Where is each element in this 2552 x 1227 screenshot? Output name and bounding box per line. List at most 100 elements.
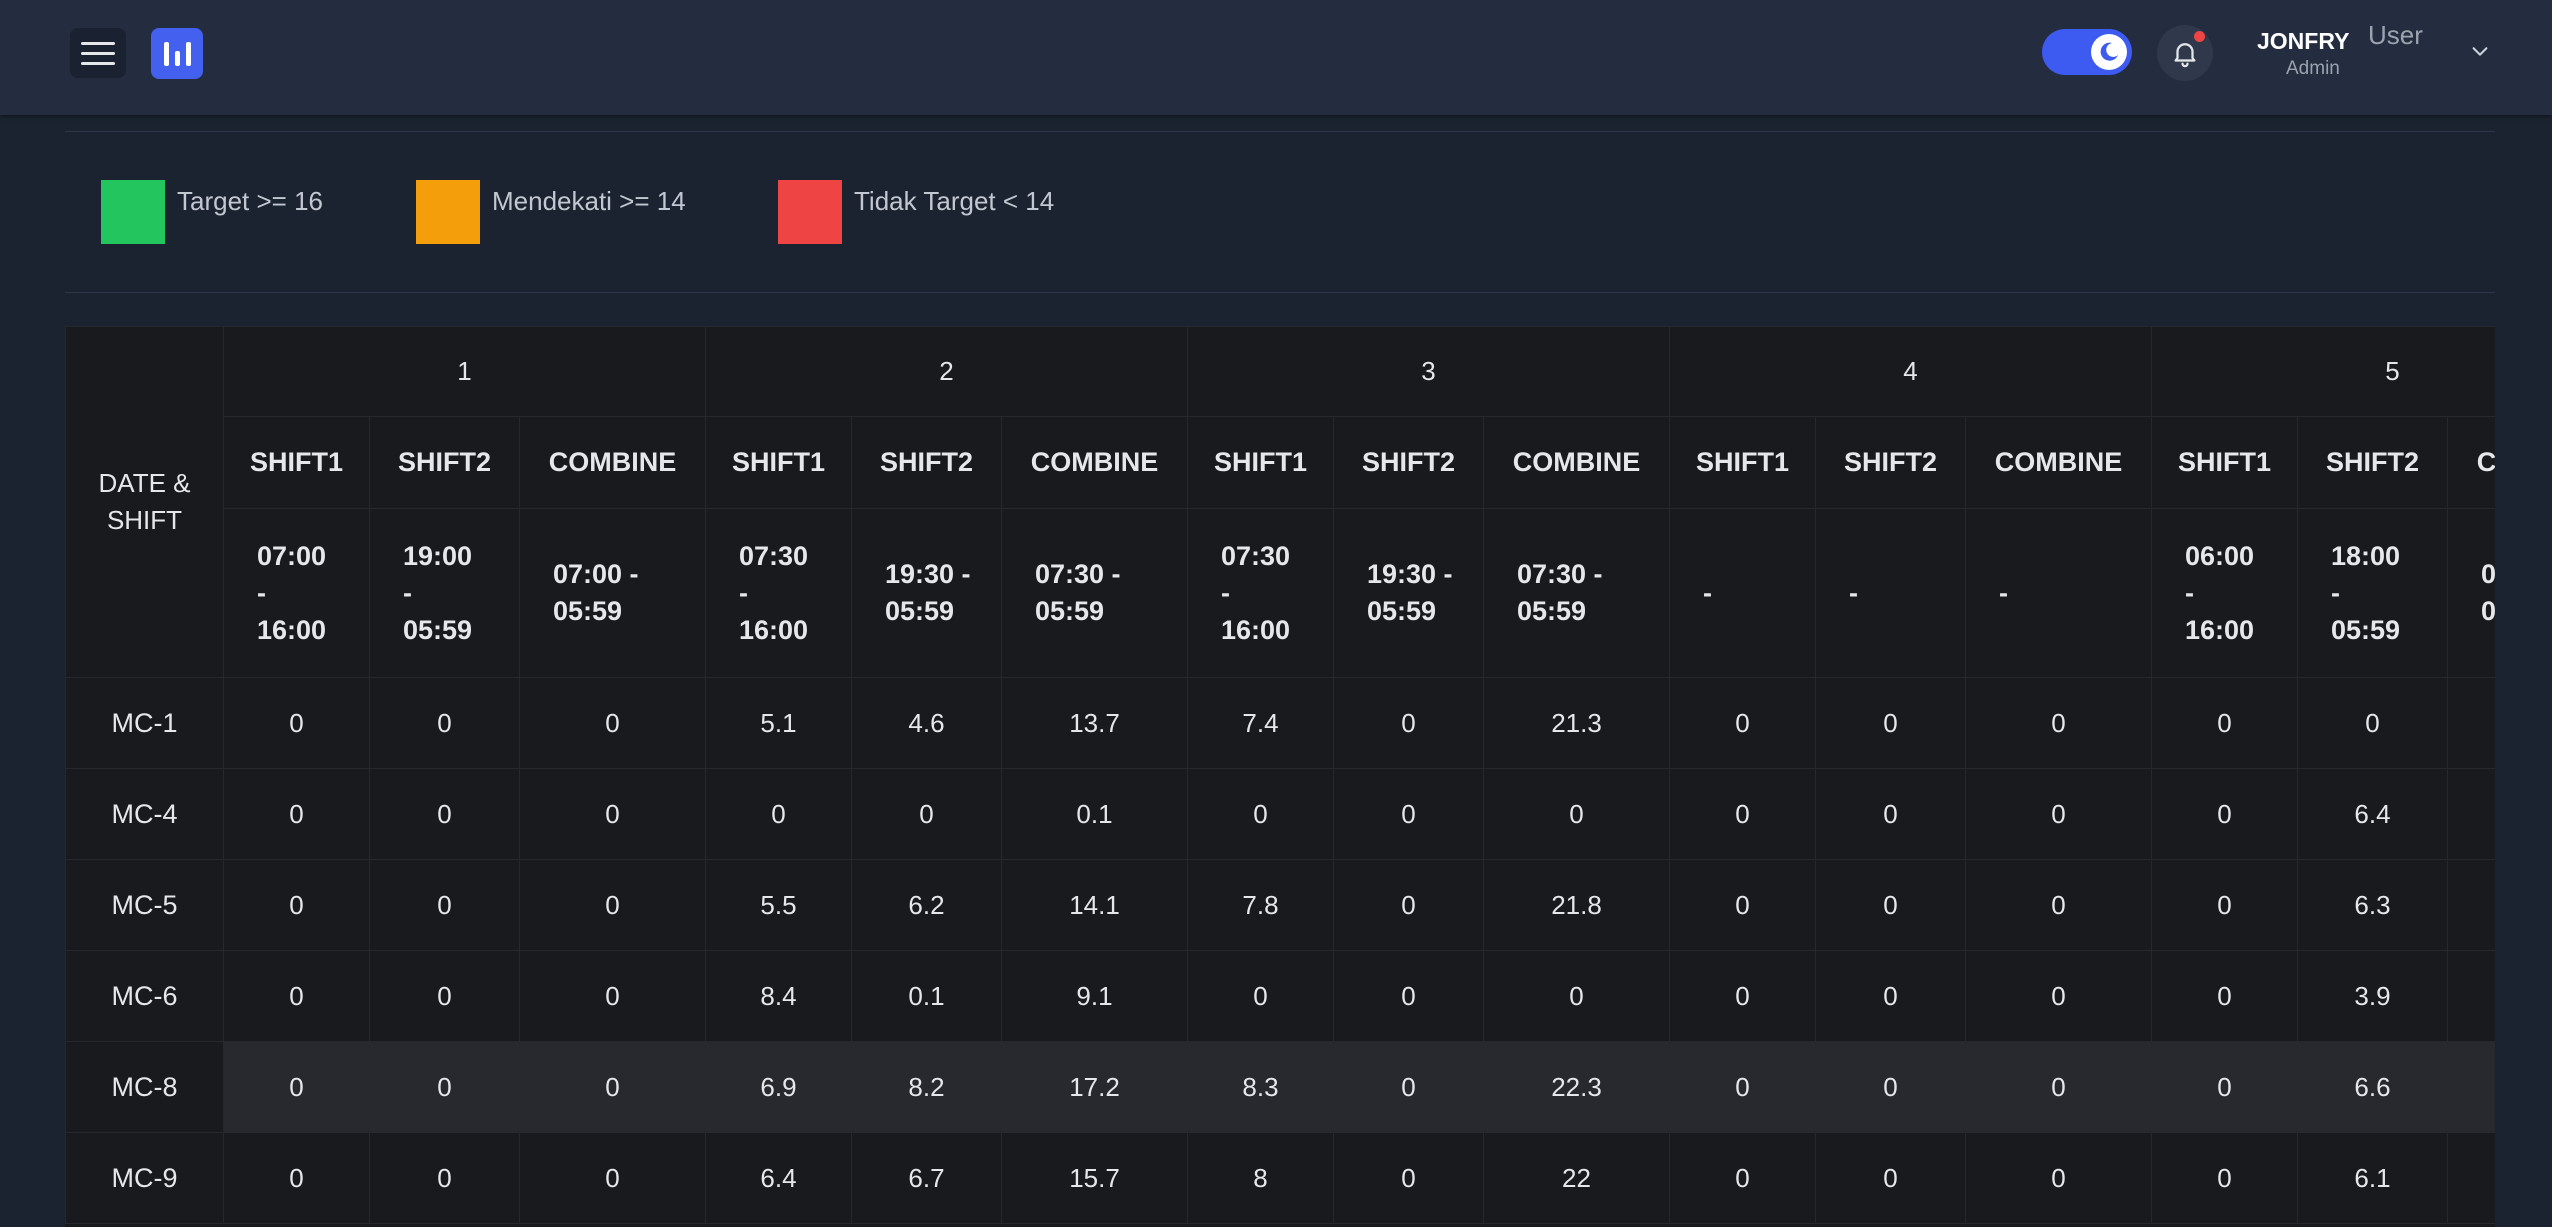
legend-item-near: Mendekati >= 14	[416, 180, 686, 244]
shift-time-header: 07:30 -05:59	[1001, 508, 1188, 678]
shift-time-header: 19:30 -05:59	[1333, 508, 1484, 678]
table-cell: 8.3	[1187, 1041, 1334, 1133]
table-cell: 0	[1965, 1041, 2152, 1133]
table-row[interactable]: MC-6 0 0 0 8.4 0.1 9.1 0 0 0 0 0 0 0 3.9	[65, 950, 2495, 1042]
table-cell: 0	[1815, 677, 1966, 769]
shift-header: SHIFT2	[851, 416, 1002, 509]
day-header: 4	[1669, 326, 2152, 417]
machine-label: MC-8	[65, 1041, 224, 1133]
notification-button[interactable]	[2157, 25, 2213, 81]
shift-time-header: 19:30 -05:59	[851, 508, 1002, 678]
production-table-scroll[interactable]: DATE & SHIFT 12345 SHIFT1 SHIFT2 COMBINE SH…	[65, 326, 2495, 1227]
table-row[interactable]: MC-5 0 0 0 5.5 6.2 14.1 7.8 0 21.8 0 0 0 0 6.3	[65, 859, 2495, 951]
table-cell	[2447, 859, 2495, 951]
divider	[65, 292, 2495, 293]
shift-header: COMBINE	[1965, 416, 2152, 509]
table-row[interactable]: MC-8 0 0 0 6.9 8.2 17.2 8.3 0 22.3 0 0 0 0 6.6	[65, 1041, 2495, 1133]
shift-header: SHIFT2	[1333, 416, 1484, 509]
legend-label: Mendekati >= 14	[492, 186, 686, 216]
table-cell: 5.5	[705, 859, 852, 951]
table-cell: 0	[1669, 1132, 1816, 1224]
notification-badge	[2194, 31, 2205, 42]
table-row[interactable]: MC-4 0 0 0 0 0 0.1 0 0 0 0 0 0 0 6.4	[65, 768, 2495, 860]
table-cell: 0	[1965, 677, 2152, 769]
table-cell: 0	[1333, 950, 1484, 1042]
table-cell: 13.7	[1001, 677, 1188, 769]
table-cell: 0	[1333, 677, 1484, 769]
shift-header: COMBINE	[519, 416, 706, 509]
shift-time-header: 07:00 -05:59	[519, 508, 706, 678]
table-cell: 0	[1483, 950, 1670, 1042]
legend-swatch	[416, 180, 480, 244]
table-cell: 0	[369, 677, 520, 769]
table-cell: 0	[1669, 859, 1816, 951]
shift-header: SHIFT2	[1815, 416, 1966, 509]
table-cell	[2447, 1132, 2495, 1224]
table-cell: 0	[223, 950, 370, 1042]
user-label[interactable]: User	[2368, 20, 2423, 51]
table-cell: 6.1	[2297, 1132, 2448, 1224]
machine-label: MC-6	[65, 950, 224, 1042]
day-header: 3	[1187, 326, 1670, 417]
table-cell	[2447, 768, 2495, 860]
shift-time-header: -	[1815, 508, 1966, 678]
table-cell: 6.6	[2297, 1041, 2448, 1133]
shift-header: SHIFT1	[1669, 416, 1816, 509]
dark-mode-toggle[interactable]	[2042, 29, 2132, 75]
table-cell: 0	[2151, 1041, 2298, 1133]
day-header: 1	[223, 326, 706, 417]
table-cell: 0	[705, 768, 852, 860]
shift-time-header: 19:00-05:59	[369, 508, 520, 678]
chevron-down-icon[interactable]	[2469, 40, 2491, 62]
table-cell: 0	[1669, 1041, 1816, 1133]
shift-time-header: 06:00-16:00	[2151, 508, 2298, 678]
table-cell: 0	[2151, 677, 2298, 769]
table-cell: 0	[2151, 768, 2298, 860]
table-cell: 0	[1483, 768, 1670, 860]
shift-header: SHIFT2	[369, 416, 520, 509]
table-cell: 14.1	[1001, 859, 1188, 951]
table-cell: 0	[1333, 1041, 1484, 1133]
shift-time-header: 06:00 -05:59	[2447, 508, 2495, 678]
day-header: 5	[2151, 326, 2495, 417]
legend-label: Tidak Target < 14	[854, 186, 1055, 216]
table-cell: 6.3	[2297, 859, 2448, 951]
table-row[interactable]: MC-1 0 0 0 5.1 4.6 13.7 7.4 0 21.3 0 0 0 0 0	[65, 677, 2495, 769]
table-cell: 0	[223, 1132, 370, 1224]
table-cell: 0	[1333, 859, 1484, 951]
table-cell: 0.1	[851, 950, 1002, 1042]
table-cell: 0	[519, 1041, 706, 1133]
table-cell: 6.4	[705, 1132, 852, 1224]
legend-swatch	[778, 180, 842, 244]
table-cell: 0	[1965, 950, 2152, 1042]
shift-time-header: 07:30 -05:59	[1483, 508, 1670, 678]
machine-label: MC-1	[65, 677, 224, 769]
table-cell: 0	[519, 950, 706, 1042]
table-cell: 9.1	[1001, 950, 1188, 1042]
table-cell: 15.7	[1001, 1132, 1188, 1224]
user-role: Admin	[2286, 58, 2340, 79]
table-cell: 6.9	[705, 1041, 852, 1133]
day-header: 2	[705, 326, 1188, 417]
table-cell: 0	[851, 768, 1002, 860]
table-cell: 22.3	[1483, 1041, 1670, 1133]
table-cell: 0	[2151, 1132, 2298, 1224]
table-cell: 6.2	[851, 859, 1002, 951]
table-cell: 0	[369, 950, 520, 1042]
table-cell: 7.8	[1187, 859, 1334, 951]
table-row[interactable]: MC-9 0 0 0 6.4 6.7 15.7 8 0 22 0 0 0 0 6.1	[65, 1132, 2495, 1224]
bell-icon	[2174, 43, 2196, 68]
date-shift-header: DATE & SHIFT	[65, 326, 224, 678]
hamburger-menu-icon[interactable]	[70, 28, 126, 78]
table-cell: 22	[1483, 1132, 1670, 1224]
table-cell: 0	[1187, 950, 1334, 1042]
legend-item-target: Target >= 16	[101, 180, 323, 244]
table-cell: 0	[1333, 1132, 1484, 1224]
app-logo-icon[interactable]	[151, 28, 203, 79]
user-name[interactable]: JONFRY	[2257, 28, 2349, 55]
table-cell: 3.9	[2297, 950, 2448, 1042]
machine-label: MC-9	[65, 1132, 224, 1224]
table-cell: 0	[1965, 768, 2152, 860]
shift-header: SHIFT1	[2151, 416, 2298, 509]
table-cell: 0	[223, 677, 370, 769]
